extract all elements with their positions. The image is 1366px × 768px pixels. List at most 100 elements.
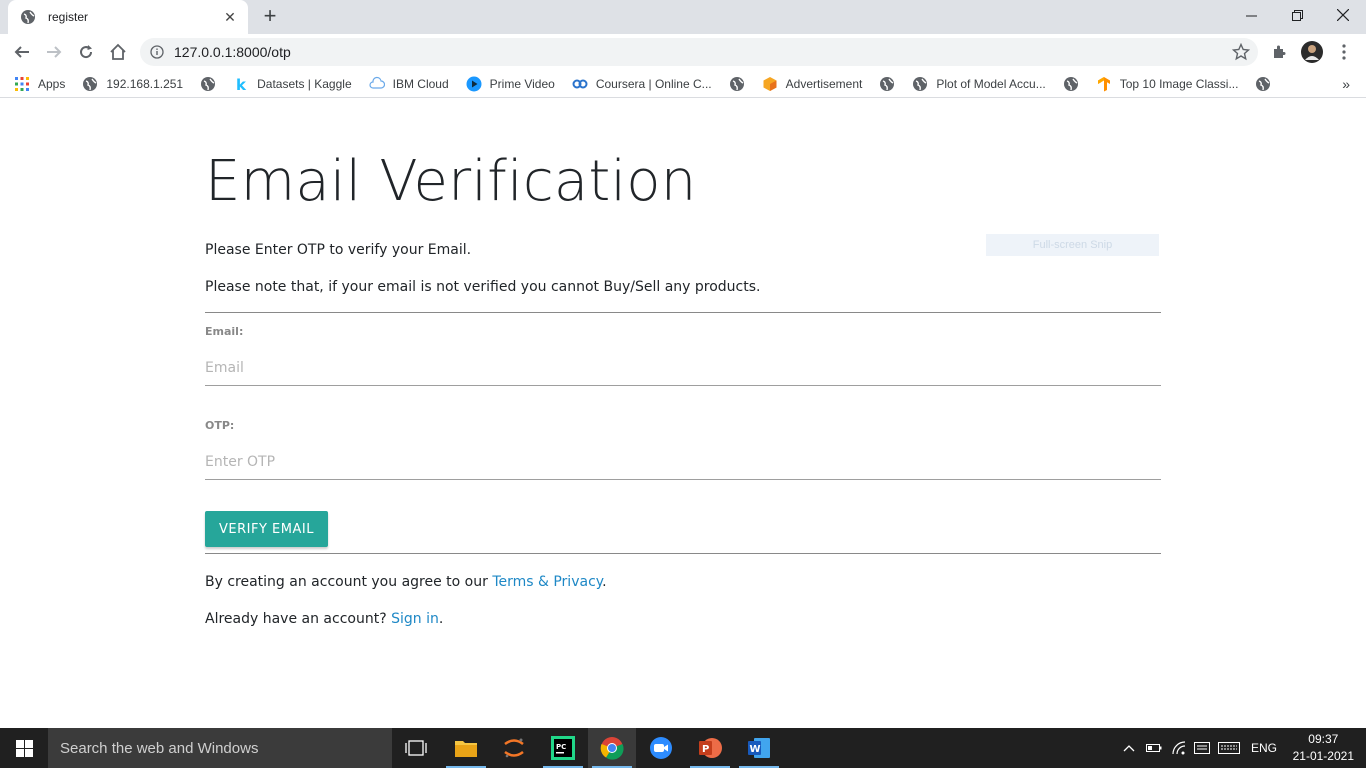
bookmark-item[interactable] — [1255, 76, 1271, 92]
bookmark-star-icon[interactable] — [1232, 43, 1250, 61]
email-label: Email: — [205, 325, 244, 338]
windows-taskbar: Search the web and Windows PC P W ENG 09… — [0, 728, 1366, 768]
bookmark-item[interactable]: Coursera | Online C... — [572, 76, 712, 92]
snip-overlay: Full-screen Snip — [986, 234, 1159, 256]
signin-suffix: . — [438, 611, 444, 627]
browser-menu-icon[interactable] — [1330, 38, 1358, 66]
terms-text: By creating an account you agree to our … — [205, 574, 607, 590]
close-window-icon[interactable] — [1320, 0, 1366, 30]
bookmark-item[interactable]: Top 10 Image Classi... — [1096, 76, 1239, 92]
forward-icon[interactable] — [40, 38, 68, 66]
terms-privacy-link[interactable]: Terms & Privacy — [492, 574, 602, 590]
new-tab-icon[interactable]: + — [259, 5, 281, 27]
signin-prefix: Already have an account? — [205, 611, 392, 627]
bookmark-item[interactable] — [729, 76, 745, 92]
address-bar[interactable]: 127.0.0.1:8000/otp — [140, 38, 1258, 66]
apps-grid-icon — [14, 76, 30, 92]
reload-icon[interactable] — [72, 38, 100, 66]
taskbar-clock[interactable]: 09:37 21-01-2021 — [1293, 731, 1354, 765]
divider — [205, 312, 1161, 313]
note-text: Please note that, if your email is not v… — [205, 279, 761, 295]
bookmark-item[interactable] — [200, 76, 216, 92]
intro-text: Please Enter OTP to verify your Email. — [205, 242, 472, 258]
otp-field[interactable] — [205, 444, 1161, 480]
globe-icon — [82, 76, 98, 92]
svg-text:k: k — [236, 76, 247, 92]
page-title: Email Verification — [205, 149, 697, 214]
battery-icon[interactable] — [1146, 728, 1162, 768]
language-indicator[interactable]: ENG — [1251, 728, 1277, 768]
extensions-icon[interactable] — [1265, 38, 1293, 66]
bookmark-item[interactable]: Advertisement — [762, 76, 863, 92]
bookmark-label: Prime Video — [489, 76, 555, 91]
bookmark-item[interactable]: Plot of Model Accu... — [912, 76, 1046, 92]
otp-label: OTP: — [205, 419, 235, 432]
svg-text:P: P — [702, 744, 709, 755]
minimize-icon[interactable] — [1228, 0, 1274, 30]
tab-strip: register ✕ + — [0, 0, 1366, 34]
coursera-icon — [572, 76, 588, 92]
jupyter-icon[interactable] — [490, 728, 538, 768]
globe-icon — [21, 10, 35, 24]
info-icon[interactable] — [150, 45, 164, 59]
zoom-icon[interactable] — [637, 728, 685, 768]
bookmark-label: Advertisement — [785, 76, 863, 91]
kaggle-icon: k — [233, 76, 249, 94]
divider — [205, 553, 1161, 554]
bookmark-item[interactable]: Prime Video — [466, 76, 555, 92]
globe-icon — [1063, 76, 1079, 92]
prime-video-icon — [466, 76, 482, 92]
cloud-icon — [369, 76, 385, 92]
tab-register[interactable]: register ✕ — [8, 0, 248, 34]
back-icon[interactable] — [8, 38, 36, 66]
taskbar-search-input[interactable]: Search the web and Windows — [48, 728, 392, 768]
home-icon[interactable] — [104, 38, 132, 66]
powerpoint-icon[interactable]: P — [686, 728, 734, 768]
verify-email-button[interactable]: VERIFY EMAIL — [205, 511, 328, 547]
bookmark-label: Plot of Model Accu... — [936, 76, 1046, 91]
bookmark-label: Coursera | Online C... — [595, 76, 712, 91]
globe-icon — [912, 76, 928, 92]
bookmark-item[interactable]: IBM Cloud — [369, 76, 449, 92]
terms-suffix: . — [602, 574, 607, 590]
restore-icon[interactable] — [1274, 0, 1320, 30]
profile-avatar[interactable] — [1298, 38, 1326, 66]
bookmark-item[interactable] — [879, 76, 895, 92]
terms-prefix: By creating an account you agree to our — [205, 574, 493, 590]
svg-text:PC: PC — [556, 743, 566, 751]
bookmark-item[interactable]: Apps — [14, 76, 65, 92]
pycharm-icon[interactable]: PC — [539, 728, 587, 768]
sign-in-link[interactable]: Sign in — [391, 611, 439, 627]
bookmark-item[interactable]: 192.168.1.251 — [82, 76, 183, 92]
windows-start-icon[interactable] — [0, 728, 48, 768]
file-explorer-icon[interactable] — [442, 728, 490, 768]
word-icon[interactable]: W — [735, 728, 783, 768]
close-tab-icon[interactable]: ✕ — [222, 9, 238, 26]
tf-icon — [1096, 76, 1112, 92]
bookmark-label: Datasets | Kaggle — [257, 76, 352, 91]
svg-text:W: W — [750, 744, 761, 755]
cube-icon — [762, 76, 778, 92]
globe-icon — [879, 76, 895, 92]
signin-text: Already have an account? Sign in. — [205, 611, 443, 627]
bookmarks-bar: Apps 192.168.1.251 k Datasets | Kaggle IBM C… — [0, 70, 1366, 98]
bookmark-label: IBM Cloud — [392, 76, 449, 91]
tab-title: register — [48, 10, 89, 24]
email-field[interactable] — [205, 350, 1161, 386]
bookmark-item[interactable]: k Datasets | Kaggle — [233, 76, 352, 94]
bookmark-label: Apps — [38, 76, 66, 91]
wifi-icon[interactable] — [1171, 728, 1187, 768]
url-text[interactable]: 127.0.0.1:8000/otp — [174, 44, 1232, 60]
bookmark-label: Top 10 Image Classi... — [1119, 76, 1239, 91]
bookmark-label: 192.168.1.251 — [106, 76, 184, 91]
clock-date: 21-01-2021 — [1292, 749, 1354, 763]
keyboard-icon[interactable] — [1218, 728, 1240, 768]
show-hidden-icons-icon[interactable] — [1122, 728, 1136, 768]
notification-display-icon[interactable] — [1194, 728, 1210, 768]
bookmark-item[interactable] — [1063, 76, 1079, 92]
globe-icon — [200, 76, 216, 92]
task-view-icon[interactable] — [392, 728, 440, 768]
more-bookmarks-icon[interactable]: » — [1342, 76, 1350, 92]
chrome-icon[interactable] — [588, 728, 636, 768]
page-content: Email Verification Please Enter OTP to v… — [0, 99, 1366, 728]
